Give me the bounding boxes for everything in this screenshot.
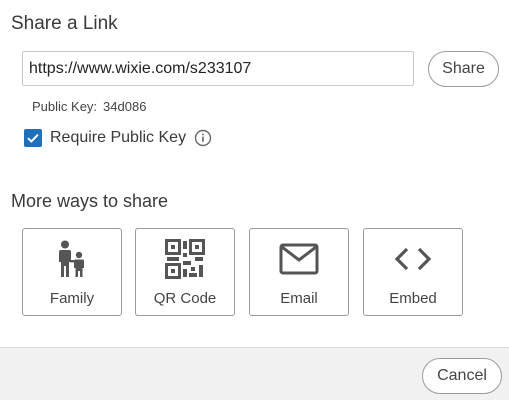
qr-code-icon [136, 239, 234, 279]
share-option-qr-code[interactable]: QR Code [135, 228, 235, 316]
share-option-label: QR Code [153, 290, 217, 307]
share-button[interactable]: Share [428, 51, 499, 87]
more-ways-title: More ways to share [11, 191, 169, 211]
checkmark-icon [27, 133, 39, 143]
share-option-embed[interactable]: Embed [363, 228, 463, 316]
require-public-key-checkbox[interactable] [24, 129, 42, 147]
public-key-row: Public Key: 34d086 [32, 99, 146, 114]
code-icon [364, 239, 462, 279]
dialog-title: Share a Link [11, 13, 118, 34]
share-option-label: Embed [389, 290, 437, 307]
share-option-email[interactable]: Email [249, 228, 349, 316]
public-key-label: Public Key: [32, 99, 98, 114]
public-key-value: 34d086 [103, 99, 147, 114]
cancel-button[interactable]: Cancel [422, 358, 502, 394]
email-icon [250, 239, 348, 279]
share-option-label: Family [49, 290, 95, 307]
share-option-family[interactable]: Family [22, 228, 122, 316]
share-option-label: Email [280, 290, 318, 307]
family-icon [23, 239, 121, 279]
info-circle-icon[interactable] [194, 129, 212, 147]
share-url-input[interactable] [22, 51, 414, 86]
require-public-key-row: Require Public Key [24, 128, 212, 148]
require-public-key-label: Require Public Key [50, 129, 187, 146]
